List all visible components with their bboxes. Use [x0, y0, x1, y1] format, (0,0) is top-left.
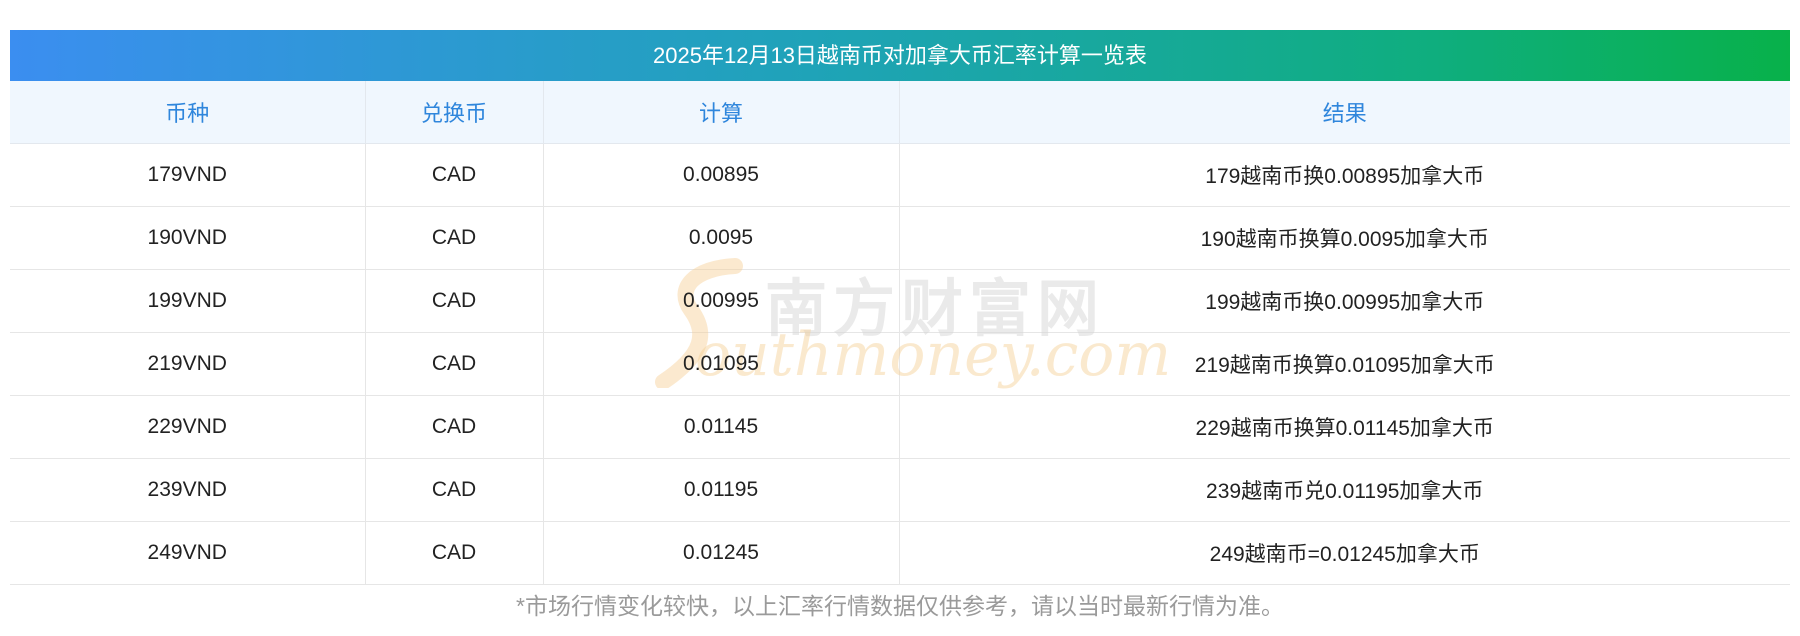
table-row: 229VND CAD 0.01145 229越南币换算0.01145加拿大币 — [10, 395, 1790, 459]
cell-target-currency: CAD — [365, 521, 544, 585]
cell-calculation: 0.00895 — [543, 143, 900, 207]
cell-currency: 229VND — [10, 395, 366, 459]
cell-calculation: 0.01145 — [543, 395, 900, 459]
cell-result: 219越南币换算0.01095加拿大币 — [899, 332, 1790, 396]
cell-currency: 219VND — [10, 332, 366, 396]
table-row: 249VND CAD 0.01245 249越南币=0.01245加拿大币 — [10, 521, 1790, 585]
cell-currency: 190VND — [10, 206, 366, 270]
cell-calculation: 0.01245 — [543, 521, 900, 585]
table-row: 190VND CAD 0.0095 190越南币换算0.0095加拿大币 — [10, 206, 1790, 270]
column-header-row: 币种 兑换币 计算 结果 — [10, 81, 1790, 144]
cell-currency: 249VND — [10, 521, 366, 585]
cell-currency: 239VND — [10, 458, 366, 522]
table-row: 179VND CAD 0.00895 179越南币换0.00895加拿大币 — [10, 143, 1790, 207]
cell-calculation: 0.0095 — [543, 206, 900, 270]
cell-calculation: 0.00995 — [543, 269, 900, 333]
column-header-calculation: 计算 — [543, 81, 900, 144]
disclaimer-note: *市场行情变化较快，以上汇率行情数据仅供参考，请以当时最新行情为准。 — [516, 593, 1284, 619]
rate-grid: 币种 兑换币 计算 结果 179VND CAD 0.00895 179越南币换0… — [10, 81, 1790, 585]
table-row: 199VND CAD 0.00995 199越南币换0.00995加拿大币 — [10, 269, 1790, 333]
cell-result: 199越南币换0.00995加拿大币 — [899, 269, 1790, 333]
column-header-currency: 币种 — [10, 81, 366, 144]
column-header-target-currency: 兑换币 — [365, 81, 544, 144]
table-title: 2025年12月13日越南币对加拿大币汇率计算一览表 — [10, 30, 1790, 81]
exchange-rate-table: 2025年12月13日越南币对加拿大币汇率计算一览表 币种 兑换币 计算 结果 … — [10, 30, 1790, 585]
cell-target-currency: CAD — [365, 206, 544, 270]
cell-target-currency: CAD — [365, 143, 544, 207]
cell-target-currency: CAD — [365, 458, 544, 522]
cell-calculation: 0.01095 — [543, 332, 900, 396]
column-header-result: 结果 — [899, 81, 1790, 144]
cell-target-currency: CAD — [365, 395, 544, 459]
cell-result: 249越南币=0.01245加拿大币 — [899, 521, 1790, 585]
table-row: 219VND CAD 0.01095 219越南币换算0.01095加拿大币 — [10, 332, 1790, 396]
table-row: 239VND CAD 0.01195 239越南币兑0.01195加拿大币 — [10, 458, 1790, 522]
cell-target-currency: CAD — [365, 269, 544, 333]
cell-calculation: 0.01195 — [543, 458, 900, 522]
cell-currency: 179VND — [10, 143, 366, 207]
cell-result: 179越南币换0.00895加拿大币 — [899, 143, 1790, 207]
cell-result: 239越南币兑0.01195加拿大币 — [899, 458, 1790, 522]
cell-currency: 199VND — [10, 269, 366, 333]
cell-result: 190越南币换算0.0095加拿大币 — [899, 206, 1790, 270]
cell-target-currency: CAD — [365, 332, 544, 396]
cell-result: 229越南币换算0.01145加拿大币 — [899, 395, 1790, 459]
